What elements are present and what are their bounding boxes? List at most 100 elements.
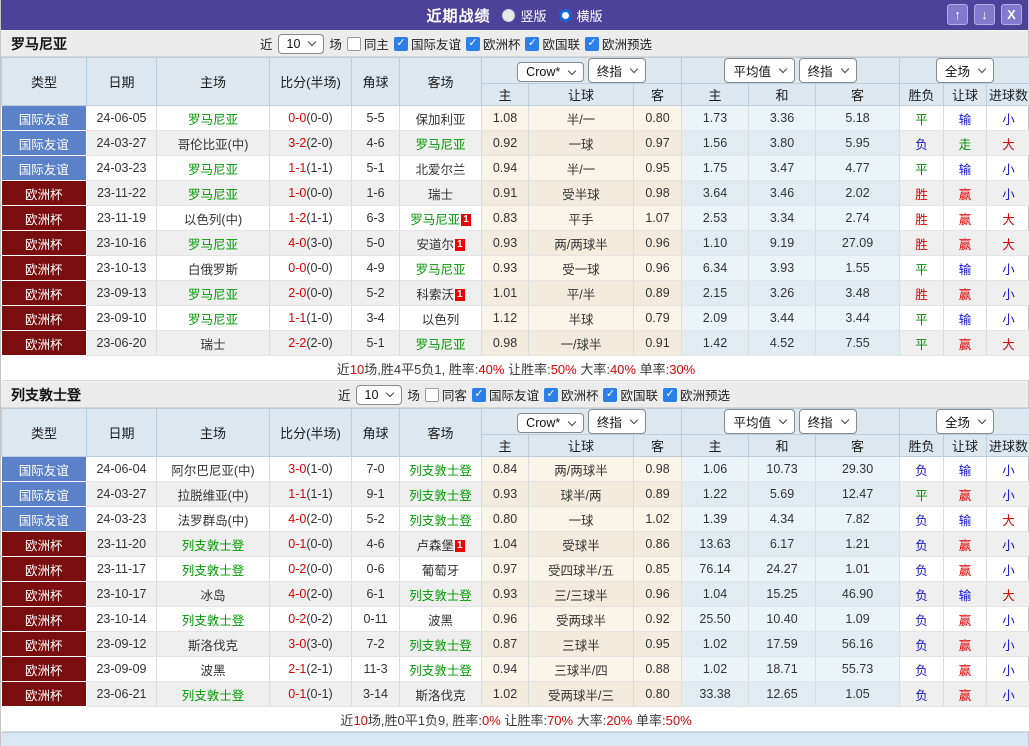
away-team[interactable]: 斯洛伐克 (399, 681, 482, 707)
checkbox-checked-icon[interactable]: ✓ (662, 387, 677, 402)
same-venue-filter[interactable]: 同主 (346, 34, 389, 53)
match-date: 23-09-09 (86, 656, 157, 682)
away-team[interactable]: 北爱尔兰 (399, 155, 482, 181)
checkbox-checked-icon[interactable]: ✓ (543, 387, 558, 402)
home-team[interactable]: 白俄罗斯 (156, 255, 270, 281)
home-team[interactable]: 罗马尼亚 (156, 180, 270, 206)
average-select[interactable]: 平均值 (724, 58, 795, 83)
home-team[interactable]: 瑞士 (156, 330, 270, 356)
competition-filter-2[interactable]: ✓ 欧洲杯 (465, 34, 521, 53)
home-team[interactable]: 哥伦比亚(中) (156, 130, 270, 156)
corners-cell: 4-6 (351, 130, 400, 156)
checkbox-checked-icon[interactable]: ✓ (584, 36, 599, 51)
away-team[interactable]: 列支敦士登 (399, 631, 482, 657)
away-team[interactable]: 安道尔 1 (399, 230, 482, 256)
average-select[interactable]: 平均值 (724, 409, 795, 434)
avg-away-odds: 55.73 (815, 656, 901, 682)
handicap-away-odds: 1.07 (633, 205, 683, 231)
move-up-button[interactable]: ↑ (947, 4, 968, 25)
result-goals: 小 (986, 481, 1029, 507)
away-team[interactable]: 列支敦士登 (399, 581, 482, 607)
checkbox-checked-icon[interactable]: ✓ (393, 36, 408, 51)
competition-filter-label: 国际友谊 (488, 389, 539, 403)
avg-away-odds: 1.05 (815, 681, 901, 707)
home-team[interactable]: 波黑 (156, 656, 270, 682)
away-team[interactable]: 罗马尼亚 (399, 130, 482, 156)
away-team[interactable]: 列支敦士登 (399, 481, 482, 507)
away-team[interactable]: 列支敦士登 (399, 456, 482, 482)
home-team[interactable]: 罗马尼亚 (156, 230, 270, 256)
away-team[interactable]: 卢森堡 1 (399, 531, 482, 557)
home-team[interactable]: 罗马尼亚 (156, 155, 270, 181)
scope-select[interactable]: 全场 (936, 58, 995, 83)
away-team[interactable]: 葡萄牙 (399, 556, 482, 582)
home-team[interactable]: 阿尔巴尼亚(中) (156, 456, 270, 482)
competition-filter-3[interactable]: ✓ 欧国联 (525, 34, 580, 53)
home-team[interactable]: 列支敦士登 (156, 556, 270, 582)
checkbox-unchecked-icon[interactable] (346, 36, 361, 51)
avg-draw-odds: 12.65 (748, 681, 817, 707)
result-goals: 小 (986, 105, 1029, 131)
home-team[interactable]: 法罗群岛(中) (156, 506, 270, 532)
match-count-select[interactable]: 10 (277, 33, 325, 54)
avg-away-odds: 1.01 (815, 556, 901, 582)
match-date: 23-11-19 (86, 205, 157, 231)
competition-filter-4[interactable]: ✓ 欧洲预选 (662, 385, 730, 404)
result-handicap: 输 (943, 105, 988, 131)
competition-filter-3[interactable]: ✓ 欧国联 (603, 385, 658, 404)
home-team[interactable]: 斯洛伐克 (156, 631, 270, 657)
home-team[interactable]: 拉脱维亚(中) (156, 481, 270, 507)
final-odds-select[interactable]: 终指 (587, 58, 646, 83)
away-team[interactable]: 瑞士 (399, 180, 482, 206)
radio-selected-icon[interactable] (558, 8, 572, 22)
home-team[interactable]: 罗马尼亚 (156, 305, 270, 331)
same-venue-filter[interactable]: 同客 (424, 385, 467, 404)
away-team[interactable]: 波黑 (399, 606, 482, 632)
competition-filter-1[interactable]: ✓ 国际友谊 (393, 34, 461, 53)
checkbox-checked-icon[interactable]: ✓ (525, 36, 540, 51)
checkbox-checked-icon[interactable]: ✓ (471, 387, 486, 402)
average-final-select[interactable]: 终指 (798, 58, 857, 83)
final-odds-select[interactable]: 终指 (587, 409, 646, 434)
competition-filter-4[interactable]: ✓ 欧洲预选 (584, 34, 652, 53)
scope-select[interactable]: 全场 (936, 409, 995, 434)
home-team[interactable]: 列支敦士登 (156, 531, 270, 557)
home-team[interactable]: 列支敦士登 (156, 681, 270, 707)
away-team[interactable]: 列支敦士登 (399, 506, 482, 532)
summary-row: 近10场,胜4平5负1, 胜率:40% 让胜率:50% 大率:40% 单率:30… (1, 355, 1029, 381)
horizontal-layout-radio[interactable]: 横版 (558, 6, 603, 25)
close-button[interactable]: X (1001, 4, 1022, 25)
away-team[interactable]: 罗马尼亚 1 (399, 205, 482, 231)
score-cell: 4-0(2-0) (269, 581, 352, 607)
vertical-layout-radio[interactable]: 竖版 (502, 6, 547, 25)
home-team[interactable]: 罗马尼亚 (156, 105, 270, 131)
away-team[interactable]: 保加利亚 (399, 105, 482, 131)
away-team[interactable]: 以色列 (399, 305, 482, 331)
match-date: 23-10-17 (86, 581, 157, 607)
away-team[interactable]: 科索沃 1 (399, 280, 482, 306)
radio-unselected-icon[interactable] (502, 8, 516, 22)
checkbox-checked-icon[interactable]: ✓ (603, 387, 618, 402)
home-team[interactable]: 列支敦士登 (156, 606, 270, 632)
home-team[interactable]: 冰岛 (156, 581, 270, 607)
match-count-select[interactable]: 10 (355, 384, 403, 405)
result-goals: 小 (986, 456, 1029, 482)
competition-filter-1[interactable]: ✓ 国际友谊 (471, 385, 539, 404)
away-team[interactable]: 列支敦士登 (399, 656, 482, 682)
move-down-button[interactable]: ↓ (974, 4, 995, 25)
competition-filter-label: 欧洲杯 (482, 38, 521, 52)
checkbox-unchecked-icon[interactable] (424, 387, 439, 402)
handicap-line: 受球半 (528, 531, 634, 557)
avg-home-odds: 1.75 (681, 155, 750, 181)
bookmaker-select[interactable]: Crow* (517, 413, 585, 433)
home-team[interactable]: 罗马尼亚 (156, 280, 270, 306)
bookmaker-select[interactable]: Crow* (517, 62, 585, 82)
competition-filter-2[interactable]: ✓ 欧洲杯 (543, 385, 598, 404)
away-team[interactable]: 罗马尼亚 (399, 330, 482, 356)
away-team[interactable]: 罗马尼亚 (399, 255, 482, 281)
column-header: 类型 (1, 408, 87, 457)
home-team[interactable]: 以色列(中) (156, 205, 270, 231)
average-final-select[interactable]: 终指 (798, 409, 857, 434)
checkbox-checked-icon[interactable]: ✓ (465, 36, 480, 51)
avg-away-odds: 5.95 (815, 130, 901, 156)
